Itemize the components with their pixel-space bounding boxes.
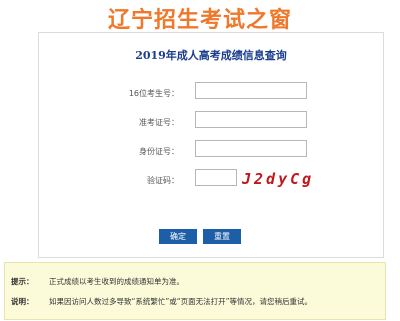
notice-note: 说明： 如果因访问人数过多导致“系统繁忙”或“页面无法打开”等情况，请您稍后重试。 (11, 296, 312, 307)
reset-button[interactable]: 重置 (203, 229, 241, 244)
admission-ticket-label: 准考证号： (139, 118, 179, 127)
form-title: 2019年成人高考成绩信息查询 (135, 49, 287, 62)
query-form-panel: 2019年成人高考成绩信息查询 16位考生号： 准考证号： 身份证号： 验证码：… (38, 32, 384, 258)
tip-label: 提示： (11, 277, 34, 286)
note-label: 说明： (11, 297, 34, 306)
admission-ticket-input[interactable] (195, 111, 307, 128)
id-number-label: 身份证号： (139, 147, 179, 156)
captcha-label: 验证码： (147, 176, 179, 185)
notice-box: 提示： 正式成绩以考生收到的成绩通知单为准。 说明： 如果因访问人数过多导致“系统繁… (4, 262, 386, 320)
notice-tip: 提示： 正式成绩以考生收到的成绩通知单为准。 (11, 276, 184, 287)
submit-button[interactable]: 确定 (159, 229, 197, 244)
site-title: 辽宁招生考试之窗 (107, 7, 292, 33)
captcha-image[interactable]: J2dyCg (242, 170, 314, 188)
id-number-input[interactable] (195, 140, 307, 157)
note-text: 如果因访问人数过多导致“系统繁忙”或“页面无法打开”等情况，请您稍后重试。 (49, 297, 313, 306)
captcha-input[interactable] (195, 169, 237, 186)
candidate-number-label: 16位考生号： (128, 89, 179, 98)
candidate-number-input[interactable] (195, 82, 307, 99)
tip-text: 正式成绩以考生收到的成绩通知单为准。 (49, 277, 184, 286)
